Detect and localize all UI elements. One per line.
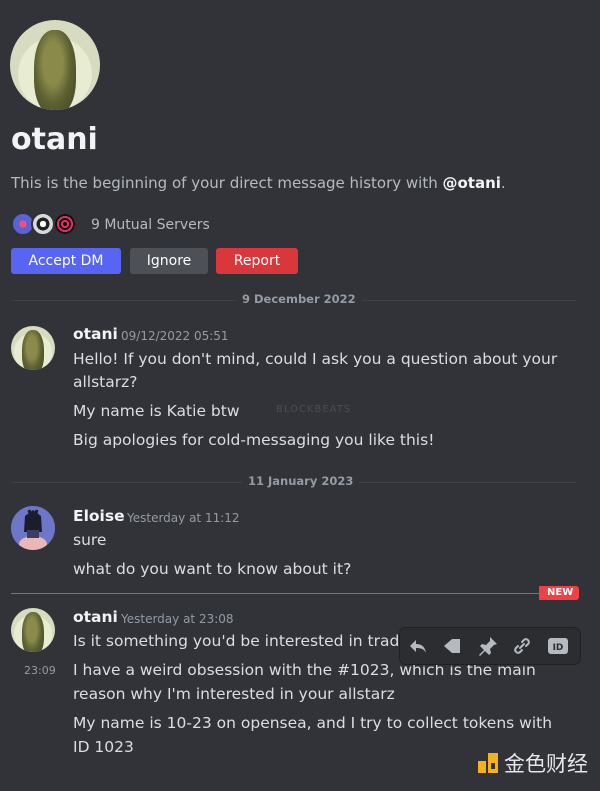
new-messages-line — [11, 593, 541, 594]
mutual-server-icons[interactable] — [11, 212, 83, 238]
owl-figure-image — [22, 330, 44, 370]
profile-avatar[interactable] — [10, 20, 100, 110]
forward-icon[interactable] — [440, 634, 464, 658]
message-author[interactable]: Eloise — [73, 507, 125, 525]
jinse-watermark: 金色财经 — [478, 749, 588, 777]
jinse-logo-text: 金色财经 — [504, 752, 588, 776]
blockbeats-watermark: BLOCKBEATS — [276, 404, 352, 415]
message-text: allstarz? — [73, 373, 138, 391]
message-text: My name is 10-23 on opensea, and I try t… — [73, 714, 553, 732]
avatar[interactable] — [11, 608, 55, 652]
message-text: Big apologies for cold-messaging you lik… — [73, 431, 435, 449]
eloise-avatar-image — [11, 506, 55, 550]
id-icon[interactable]: ID — [546, 634, 570, 658]
avatar[interactable] — [11, 506, 55, 550]
reply-icon[interactable] — [406, 634, 430, 658]
accept-dm-button[interactable]: Accept DM — [11, 248, 121, 274]
message-timestamp: Yesterday at 23:08 — [121, 612, 234, 626]
message-actions-toolbar: ID — [400, 628, 580, 664]
ignore-button[interactable]: Ignore — [130, 248, 208, 274]
intro-mention[interactable]: @otani — [442, 174, 500, 192]
message-text: ID 1023 — [73, 738, 134, 756]
message-text: Hello! If you don't mind, could I ask yo… — [73, 350, 558, 368]
hover-timestamp: 23:09 — [24, 664, 56, 677]
message-timestamp: Yesterday at 11:12 — [127, 511, 240, 525]
message-text: My name is Katie btw — [73, 402, 240, 420]
mutual-servers-label[interactable]: 9 Mutual Servers — [91, 217, 210, 233]
message-author[interactable]: otani — [73, 325, 118, 343]
owl-figure-image — [34, 30, 76, 110]
message-author[interactable]: otani — [73, 608, 118, 626]
date-divider-label: 9 December 2022 — [236, 292, 362, 306]
message-text: what do you want to know about it? — [73, 560, 352, 578]
intro-prefix: This is the beginning of your direct mes… — [11, 174, 443, 192]
jinse-logo-icon — [478, 753, 498, 773]
message-text: Is it something you'd be interested in t… — [73, 632, 414, 650]
dm-intro-text: This is the beginning of your direct mes… — [11, 174, 506, 192]
dm-username: otani — [11, 122, 98, 157]
date-divider-label: 11 January 2023 — [242, 474, 360, 488]
link-icon[interactable] — [510, 634, 534, 658]
report-button[interactable]: Report — [216, 248, 298, 274]
message-text: sure — [73, 531, 107, 549]
owl-figure-image — [22, 612, 44, 652]
id-icon-label: ID — [553, 643, 564, 653]
message-text: reason why I'm interested in your allsta… — [73, 685, 395, 703]
pin-icon[interactable] — [476, 634, 500, 658]
server-icon[interactable] — [53, 212, 77, 236]
message-timestamp: 09/12/2022 05:51 — [121, 329, 229, 343]
server-icon[interactable] — [31, 212, 55, 236]
new-badge: NEW — [539, 586, 580, 600]
intro-suffix: . — [500, 174, 506, 192]
avatar[interactable] — [11, 326, 55, 370]
